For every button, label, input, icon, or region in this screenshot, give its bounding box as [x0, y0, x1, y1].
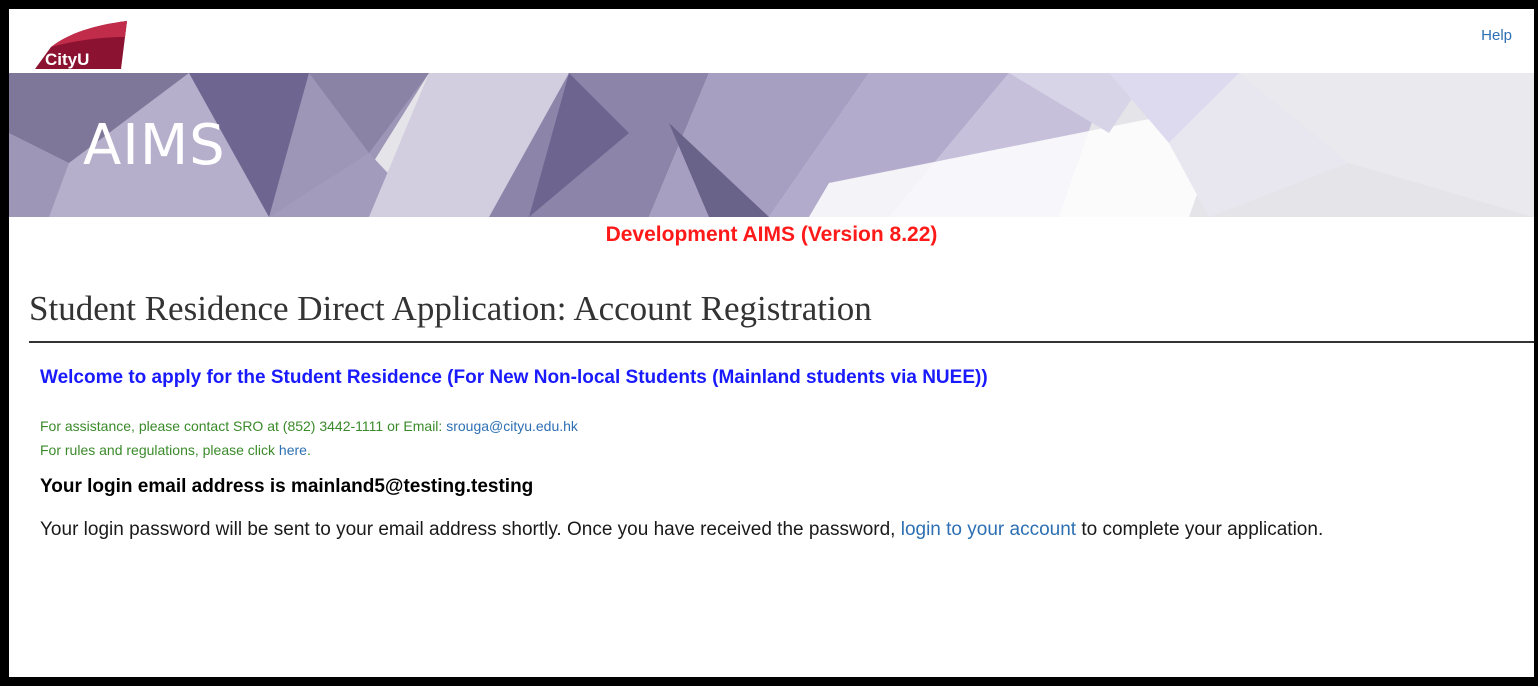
assistance-line: For assistance, please contact SRO at (8…	[40, 414, 1514, 438]
password-message-text: Your login password will be sent to your…	[40, 519, 901, 540]
main-content: Welcome to apply for the Student Residen…	[9, 367, 1534, 543]
page-frame: CityU Help AIMS Development AIMS (Versio…	[0, 0, 1538, 686]
top-bar: CityU Help	[9, 9, 1534, 73]
welcome-message: Welcome to apply for the Student Residen…	[40, 367, 988, 388]
banner-pattern	[9, 73, 1534, 217]
login-account-link[interactable]: login to your account	[901, 519, 1076, 540]
logo-text: CityU	[45, 50, 89, 69]
rules-text: For rules and regulations, please click	[40, 442, 279, 458]
rules-period: .	[306, 442, 311, 458]
password-message: Your login password will be sent to your…	[40, 516, 1500, 543]
page-title: Student Residence Direct Application: Ac…	[29, 289, 1534, 343]
cityu-logo[interactable]: CityU	[29, 19, 137, 71]
password-message-suffix: to complete your application.	[1076, 519, 1324, 540]
sro-email-link[interactable]: srouga@cityu.edu.hk	[446, 418, 578, 434]
rules-here-link[interactable]: here	[279, 442, 307, 458]
version-label: Development AIMS (Version 8.22)	[605, 223, 938, 246]
login-email-notice: Your login email address is mainland5@te…	[40, 476, 534, 497]
banner-title: AIMS	[83, 113, 226, 178]
assistance-info: For assistance, please contact SRO at (8…	[40, 414, 1514, 462]
rules-line: For rules and regulations, please click …	[40, 438, 1514, 462]
assistance-text: For assistance, please contact SRO at (8…	[40, 418, 447, 434]
aims-banner: AIMS	[9, 73, 1534, 217]
help-link[interactable]: Help	[1481, 27, 1512, 44]
